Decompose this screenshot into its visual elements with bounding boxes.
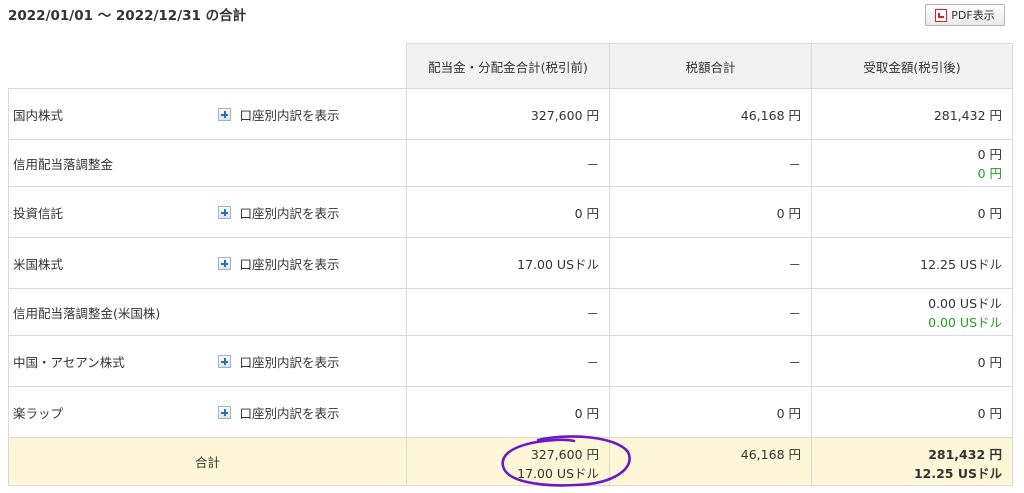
received-cell: 0 円	[811, 186, 1013, 238]
total-tax-cell: 46,168 円	[609, 437, 812, 486]
table-row: 楽ラップ 口座別内訳を表示 0 円 0 円 0 円	[8, 386, 1013, 438]
received-cell: 281,432 円	[811, 88, 1013, 140]
table-row: 国内株式 口座別内訳を表示 327,600 円 46,168 円 281,432…	[8, 88, 1013, 140]
dividends-cell: 0 円	[406, 386, 610, 438]
total-received-jpy: 281,432 円	[928, 447, 1002, 462]
received-cell: 0 円0 円	[811, 139, 1013, 187]
pdf-button-label: PDF表示	[951, 9, 995, 22]
header-received: 受取金額(税引後)	[811, 43, 1013, 89]
breakdown-link[interactable]: 口座別内訳を表示	[240, 257, 340, 272]
table-row: 信用配当落調整金(米国株) － － 0.00 USドル 0.00 USドル	[8, 288, 1013, 336]
dividends-cell: 327,600 円	[406, 88, 610, 140]
breakdown-link[interactable]: 口座別内訳を表示	[240, 355, 340, 370]
breakdown-toggle[interactable]: 口座別内訳を表示	[210, 88, 407, 140]
received-value: 0.00 USドル	[928, 296, 1002, 311]
tax-cell: 0 円	[609, 186, 812, 238]
breakdown-toggle[interactable]: 口座別内訳を表示	[210, 186, 407, 238]
dividends-cell: 17.00 USドル	[406, 237, 610, 289]
expand-plus-icon[interactable]	[217, 205, 231, 219]
breakdown-toggle[interactable]: 口座別内訳を表示	[210, 237, 407, 289]
total-dividends-cell: 327,600 円 17.00 USドル	[406, 437, 610, 486]
dividends-cell: 0 円	[406, 186, 610, 238]
dividend-summary-table: 配当金・分配金合計(税引前) 税額合計 受取金額(税引後) 国内株式 口座別内訳…	[8, 43, 1013, 486]
table-row: 信用配当落調整金 － － 0 円0 円	[8, 139, 1013, 187]
breakdown-empty	[210, 139, 407, 187]
total-received-usd: 12.25 USドル	[913, 466, 1002, 481]
header-dividends: 配当金・分配金合計(税引前)	[406, 43, 610, 89]
dividends-cell: －	[406, 139, 610, 187]
table-row: 米国株式 口座別内訳を表示 17.00 USドル － 12.25 USドル	[8, 237, 1013, 289]
row-label: 信用配当落調整金	[8, 139, 211, 187]
total-dividends-usd: 17.00 USドル	[517, 466, 599, 481]
total-label: 合計	[8, 437, 407, 486]
row-label: 投資信託	[8, 186, 211, 238]
received-cell: 0.00 USドル 0.00 USドル	[811, 288, 1013, 336]
received-cell: 0 円	[811, 386, 1013, 438]
table-row: 投資信託 口座別内訳を表示 0 円 0 円 0 円	[8, 186, 1013, 238]
breakdown-link[interactable]: 口座別内訳を表示	[240, 206, 340, 221]
total-received-cell: 281,432 円 12.25 USドル	[811, 437, 1013, 486]
tax-cell: －	[609, 335, 812, 387]
header-blank	[8, 43, 407, 89]
row-label: 国内株式	[8, 88, 211, 140]
breakdown-link[interactable]: 口座別内訳を表示	[240, 108, 340, 123]
tax-cell: 46,168 円	[609, 88, 812, 140]
expand-plus-icon[interactable]	[217, 354, 231, 368]
breakdown-link[interactable]: 口座別内訳を表示	[240, 406, 340, 421]
row-label: 中国・アセアン株式	[8, 335, 211, 387]
received-adjustment-value: 0.00 USドル	[928, 315, 1002, 330]
expand-plus-icon[interactable]	[217, 256, 231, 270]
dividends-cell: －	[406, 335, 610, 387]
received-adjustment-value: 0 円	[977, 166, 1002, 181]
received-cell: 12.25 USドル	[811, 237, 1013, 289]
tax-cell: －	[609, 288, 812, 336]
period-title: 2022/01/01 ～ 2022/12/31 の合計	[8, 8, 247, 24]
table-row: 中国・アセアン株式 口座別内訳を表示 － － 0 円	[8, 335, 1013, 387]
breakdown-toggle[interactable]: 口座別内訳を表示	[210, 386, 407, 438]
received-value: 0 円	[977, 147, 1002, 162]
tax-cell: －	[609, 237, 812, 289]
total-row: 合計 327,600 円 17.00 USドル 46,168 円 281,432 …	[8, 437, 1013, 486]
expand-plus-icon[interactable]	[217, 405, 231, 419]
tax-cell: －	[609, 139, 812, 187]
row-label: 楽ラップ	[8, 386, 211, 438]
total-dividends-jpy: 327,600 円	[530, 447, 599, 462]
dividends-cell: －	[406, 288, 610, 336]
pdf-icon	[935, 8, 948, 22]
tax-cell: 0 円	[609, 386, 812, 438]
breakdown-toggle[interactable]: 口座別内訳を表示	[210, 335, 407, 387]
received-cell: 0 円	[811, 335, 1013, 387]
header-tax: 税額合計	[609, 43, 812, 89]
row-label: 信用配当落調整金(米国株)	[8, 288, 211, 336]
pdf-button[interactable]: PDF表示	[925, 4, 1005, 26]
row-label: 米国株式	[8, 237, 211, 289]
breakdown-empty	[210, 288, 407, 336]
expand-plus-icon[interactable]	[217, 107, 231, 121]
header-row: 配当金・分配金合計(税引前) 税額合計 受取金額(税引後)	[8, 43, 1013, 89]
